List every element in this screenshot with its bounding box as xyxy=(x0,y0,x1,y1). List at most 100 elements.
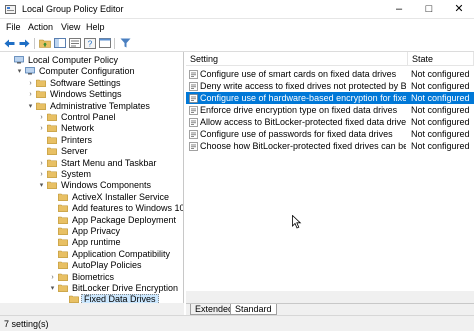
policy-row[interactable]: Configure use of passwords for fixed dat… xyxy=(186,128,474,140)
folder-icon xyxy=(58,250,68,258)
expand-icon[interactable]: › xyxy=(37,169,46,180)
help-icon[interactable]: ? xyxy=(82,36,97,50)
export-list-icon[interactable] xyxy=(67,36,82,50)
expand-icon[interactable]: › xyxy=(26,89,35,100)
tree-item[interactable]: App runtime xyxy=(0,237,183,248)
collapse-icon[interactable]: ▾ xyxy=(15,66,24,77)
tree-item[interactable]: ▾ Windows Components xyxy=(0,180,183,191)
settings-list[interactable]: Setting State Configure use of smart car… xyxy=(186,52,474,315)
expand-icon[interactable]: › xyxy=(37,112,46,123)
menu-view[interactable]: View xyxy=(61,21,80,33)
policy-state: Not configured xyxy=(411,141,470,151)
expand-icon[interactable]: › xyxy=(37,123,46,134)
tree-item-label: Add features to Windows 10 xyxy=(72,203,184,214)
collapse-icon[interactable]: ▾ xyxy=(48,283,57,294)
menu-bar: File Action View Help xyxy=(0,19,474,35)
tree-item[interactable]: Add features to Windows 10 xyxy=(0,203,184,214)
tree-item-label: System xyxy=(61,169,92,179)
list-horizontal-scrollbar[interactable] xyxy=(186,291,474,303)
policy-row[interactable]: Deny write access to fixed drives not pr… xyxy=(186,80,474,92)
policy-row[interactable]: Configure use of smart cards on fixed da… xyxy=(186,68,474,80)
tree-item-label: Computer Configuration xyxy=(39,66,135,77)
tree-item[interactable]: Printers xyxy=(0,134,183,146)
tree-item[interactable]: › Network xyxy=(0,123,183,134)
forward-icon[interactable] xyxy=(17,36,32,50)
policy-name: Configure use of smart cards on fixed da… xyxy=(200,69,397,79)
collapse-icon[interactable]: ▾ xyxy=(37,180,46,191)
close-button[interactable]: ✕ xyxy=(444,0,474,19)
folder-icon xyxy=(47,113,57,121)
tree-item[interactable]: ▾ Computer Configuration xyxy=(0,66,183,77)
tree-item-label: Application Compatibility xyxy=(72,248,171,259)
menu-file[interactable]: File xyxy=(6,21,21,33)
tree-item[interactable]: App Privacy xyxy=(0,226,183,237)
folder-icon xyxy=(47,147,57,156)
policy-name: Deny write access to fixed drives not pr… xyxy=(200,81,406,91)
tree-item[interactable]: › System xyxy=(0,169,183,180)
tree-item-label: App runtime xyxy=(72,237,121,248)
collapse-icon[interactable]: ▾ xyxy=(26,101,35,112)
toolbar-separator xyxy=(114,38,115,49)
tab-standard[interactable]: Standard xyxy=(230,304,277,315)
tree-item-label: Network xyxy=(61,123,95,134)
column-header-state[interactable]: State xyxy=(408,52,474,66)
tree-item[interactable]: Local Computer Policy xyxy=(0,55,183,66)
policy-row[interactable]: Choose how BitLocker-protected fixed dri… xyxy=(186,140,474,152)
tree-item[interactable]: › Windows Settings xyxy=(0,89,183,100)
window-title: Local Group Policy Editor xyxy=(22,4,124,14)
policy-name: Enforce drive encryption type on fixed d… xyxy=(200,105,398,115)
folder-icon xyxy=(58,204,68,213)
policy-row[interactable]: Enforce drive encryption type on fixed d… xyxy=(186,104,474,116)
tree-item[interactable]: App Package Deployment xyxy=(0,215,183,226)
expand-icon[interactable]: › xyxy=(48,272,57,283)
column-header-setting[interactable]: Setting xyxy=(186,52,408,66)
tree-item-label: Windows Components xyxy=(61,180,152,191)
tree-item-label: Windows Settings xyxy=(50,89,122,100)
show-hide-tree-icon[interactable] xyxy=(52,36,67,50)
folder-icon xyxy=(58,284,68,292)
minimize-button[interactable]: – xyxy=(384,0,414,19)
toolbar-separator xyxy=(34,38,35,49)
maximize-button[interactable]: □ xyxy=(414,0,444,19)
tree-item[interactable]: › Control Panel xyxy=(0,112,183,123)
folder-icon xyxy=(58,193,68,201)
tree-item[interactable]: › Software Settings xyxy=(0,78,183,89)
expand-icon[interactable]: › xyxy=(26,78,35,89)
filter-icon[interactable] xyxy=(118,36,133,50)
policy-name: Allow access to BitLocker-protected fixe… xyxy=(200,117,406,127)
folder-icon xyxy=(36,102,46,110)
properties-icon[interactable] xyxy=(97,36,112,50)
folder-icon xyxy=(47,159,57,167)
status-text: 7 setting(s) xyxy=(4,319,49,329)
up-folder-icon[interactable] xyxy=(37,36,52,50)
tree-item[interactable]: Server xyxy=(0,146,183,157)
tree-item[interactable]: ActiveX Installer Service xyxy=(0,192,183,203)
svg-text:?: ? xyxy=(87,39,92,48)
policy-row[interactable]: Allow access to BitLocker-protected fixe… xyxy=(186,116,474,128)
console-tree[interactable]: Local Computer Policy ▾ Computer Configura… xyxy=(0,52,184,315)
menu-action[interactable]: Action xyxy=(28,21,53,33)
folder-icon xyxy=(36,90,46,99)
policy-setting-icon xyxy=(189,94,198,103)
tree-item[interactable]: AutoPlay Policies xyxy=(0,260,183,271)
expand-icon[interactable]: › xyxy=(37,158,46,169)
folder-icon xyxy=(47,136,57,144)
menu-help[interactable]: Help xyxy=(86,21,105,33)
tree-item[interactable]: ▾ Administrative Templates xyxy=(0,101,183,112)
tree-item[interactable]: Application Compatibility xyxy=(0,248,183,260)
tree-item[interactable]: › Start Menu and Taskbar xyxy=(0,157,183,169)
tree-item[interactable]: ▾ BitLocker Drive Encryption xyxy=(0,283,183,294)
policy-state: Not configured xyxy=(411,105,470,115)
tree-horizontal-scrollbar[interactable] xyxy=(0,303,184,315)
toolbar: ? xyxy=(0,35,474,52)
tree-item[interactable]: › Biometrics xyxy=(0,272,183,283)
policy-row[interactable]: Configure use of hardware-based encrypti… xyxy=(186,92,474,104)
policy-setting-icon xyxy=(189,118,198,127)
status-bar: 7 setting(s) xyxy=(0,315,474,331)
tree-item-label: Start Menu and Taskbar xyxy=(61,157,157,168)
back-icon[interactable] xyxy=(2,36,17,50)
tree-item-label: Printers xyxy=(61,134,93,145)
